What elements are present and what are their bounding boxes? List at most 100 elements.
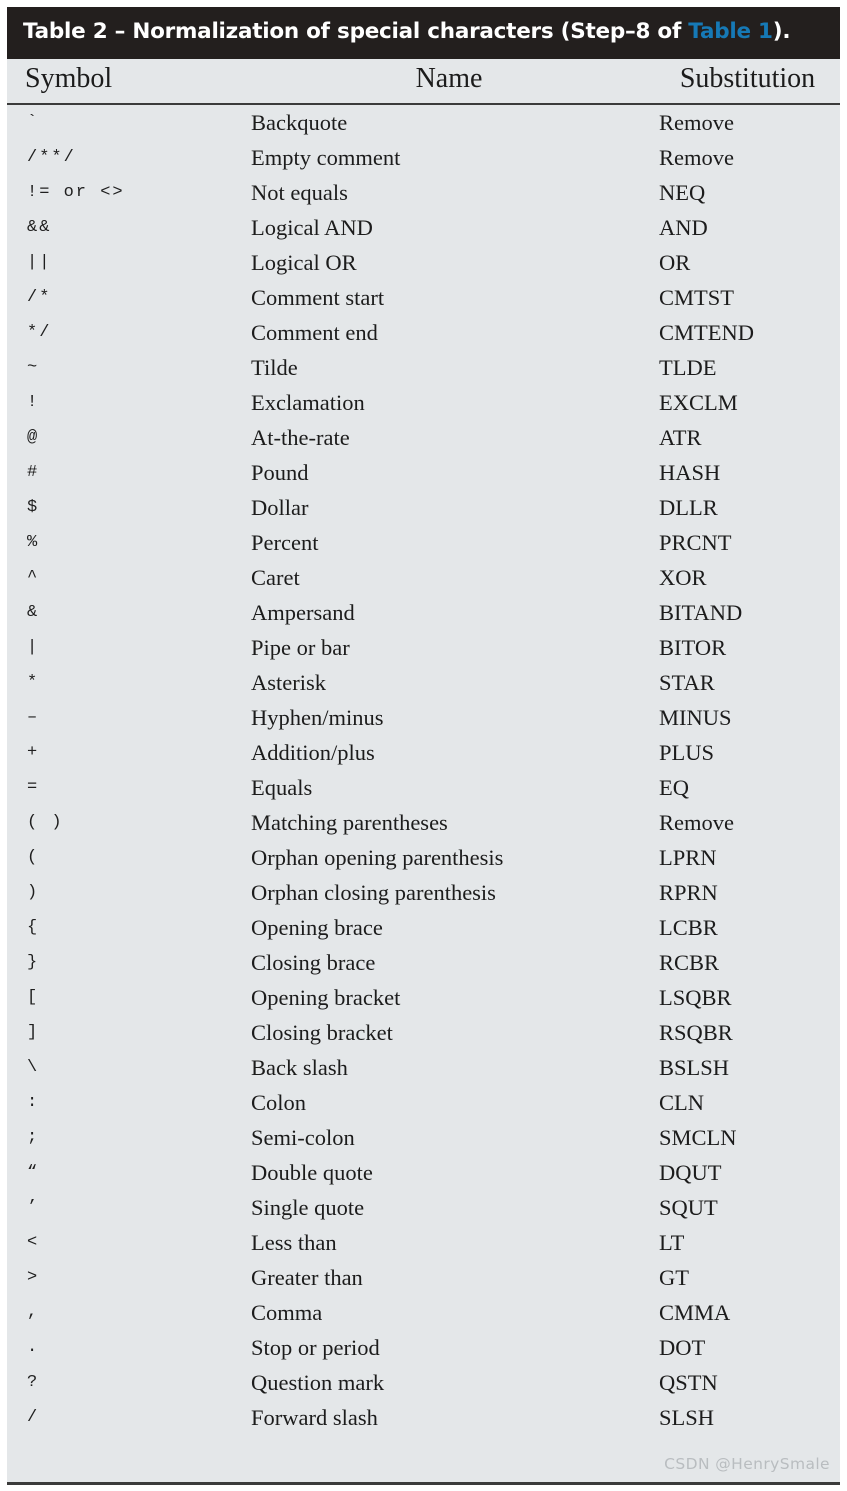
- table-row: > Greater than GT: [7, 1259, 840, 1295]
- cell-substitution: OR: [659, 244, 840, 280]
- cell-symbol: /**/: [7, 139, 239, 175]
- cell-symbol: /*: [7, 279, 239, 315]
- table-row: ( ) Matching parentheses Remove: [7, 804, 840, 840]
- table-row: != or <> Not equals NEQ: [7, 174, 840, 210]
- table-row: ? Question mark QSTN: [7, 1364, 840, 1400]
- cell-name: Comment end: [239, 314, 659, 350]
- cell-name: Empty comment: [239, 139, 659, 175]
- table-row: ’ Single quote SQUT: [7, 1189, 840, 1225]
- cell-substitution: BITAND: [659, 594, 840, 630]
- table-row: “Double quote DQUT: [7, 1154, 840, 1190]
- cell-symbol: *: [7, 664, 239, 700]
- cell-symbol: `: [7, 103, 239, 140]
- cell-substitution: Remove: [659, 139, 840, 175]
- table-row: /**/Empty comment Remove: [7, 139, 840, 175]
- cell-substitution: RSQBR: [659, 1014, 840, 1050]
- cell-name: Orphan closing parenthesis: [239, 874, 659, 910]
- cell-symbol: !: [7, 384, 239, 420]
- table-row: | Pipe or bar BITOR: [7, 629, 840, 665]
- table-row: ; Semi-colon SMCLN: [7, 1119, 840, 1155]
- table-row: ! Exclamation EXCLM: [7, 384, 840, 420]
- cell-substitution: DLLR: [659, 489, 840, 525]
- cell-name: Asterisk: [239, 664, 659, 700]
- table-row: || Logical OR OR: [7, 244, 840, 280]
- cell-name: Semi-colon: [239, 1119, 659, 1155]
- cell-substitution: SLSH: [659, 1399, 840, 1435]
- cell-substitution: CLN: [659, 1084, 840, 1120]
- cell-name: Logical AND: [239, 209, 659, 245]
- cell-symbol: ^: [7, 559, 239, 595]
- caption-table1-link[interactable]: Table 1: [688, 19, 773, 44]
- cell-name: Ampersand: [239, 594, 659, 630]
- cell-symbol: @: [7, 419, 239, 455]
- cell-name: Question mark: [239, 1364, 659, 1400]
- cell-name: Comma: [239, 1294, 659, 1330]
- caption-suffix: ).: [772, 19, 791, 44]
- cell-symbol: != or <>: [7, 174, 239, 210]
- cell-symbol: {: [7, 909, 239, 945]
- cell-substitution: DQUT: [659, 1154, 840, 1190]
- table-row: } Closing brace RCBR: [7, 944, 840, 980]
- cell-symbol: ;: [7, 1119, 239, 1155]
- table-row: $ Dollar DLLR: [7, 489, 840, 525]
- cell-symbol: <: [7, 1224, 239, 1260]
- table-row: < Less than LT: [7, 1224, 840, 1260]
- cell-symbol: &&: [7, 209, 239, 245]
- table-body: ` Backquote Remove/**/Empty comment Remove!…: [7, 103, 840, 1435]
- cell-name: Comment start: [239, 279, 659, 315]
- table-row: ~ Tilde TLDE: [7, 349, 840, 385]
- cell-name: Opening brace: [239, 909, 659, 945]
- cell-name: Hyphen/minus: [239, 699, 659, 735]
- cell-substitution: DOT: [659, 1329, 840, 1365]
- table-row: = Equals EQ: [7, 769, 840, 805]
- cell-name: Exclamation: [239, 384, 659, 420]
- table-row: # Pound HASH: [7, 454, 840, 490]
- table-caption: Table 2 – Normalization of special chara…: [7, 7, 840, 59]
- cell-symbol: ||: [7, 244, 239, 280]
- column-header-symbol: Symbol: [7, 58, 239, 105]
- cell-symbol: #: [7, 454, 239, 490]
- table-row: ` Backquote Remove: [7, 103, 840, 140]
- cell-substitution: CMMA: [659, 1294, 840, 1330]
- cell-substitution: LT: [659, 1224, 840, 1260]
- cell-name: Forward slash: [239, 1399, 659, 1435]
- cell-substitution: LPRN: [659, 839, 840, 875]
- cell-name: Tilde: [239, 349, 659, 385]
- cell-name: Back slash: [239, 1049, 659, 1085]
- table-header-row: Symbol Name Substitution: [7, 58, 840, 105]
- cell-substitution: SMCLN: [659, 1119, 840, 1155]
- table-row: & Ampersand BITAND: [7, 594, 840, 630]
- cell-substitution: CMTEND: [659, 314, 840, 350]
- cell-symbol: :: [7, 1084, 239, 1120]
- cell-substitution: QSTN: [659, 1364, 840, 1400]
- cell-substitution: PRCNT: [659, 524, 840, 560]
- table-row: {Opening brace LCBR: [7, 909, 840, 945]
- cell-substitution: NEQ: [659, 174, 840, 210]
- column-header-name: Name: [239, 58, 659, 105]
- table-row: * Asterisk STAR: [7, 664, 840, 700]
- cell-substitution: STAR: [659, 664, 840, 700]
- cell-symbol: |: [7, 629, 239, 665]
- cell-substitution: BITOR: [659, 629, 840, 665]
- cell-symbol: /: [7, 1399, 239, 1435]
- cell-substitution: Remove: [659, 804, 840, 840]
- table-row: */Comment end CMTEND: [7, 314, 840, 350]
- table-row: \ Back slash BSLSH: [7, 1049, 840, 1085]
- cell-name: Closing brace: [239, 944, 659, 980]
- cell-name: Equals: [239, 769, 659, 805]
- cell-name: Pound: [239, 454, 659, 490]
- cell-symbol: &: [7, 594, 239, 630]
- cell-name: Opening bracket: [239, 979, 659, 1015]
- cell-symbol: ,: [7, 1294, 239, 1330]
- cell-name: Orphan opening parenthesis: [239, 839, 659, 875]
- cell-name: Less than: [239, 1224, 659, 1260]
- cell-name: Closing bracket: [239, 1014, 659, 1050]
- cell-name: Double quote: [239, 1154, 659, 1190]
- cell-symbol: [: [7, 979, 239, 1015]
- cell-name: Stop or period: [239, 1329, 659, 1365]
- cell-substitution: BSLSH: [659, 1049, 840, 1085]
- cell-name: Greater than: [239, 1259, 659, 1295]
- cell-symbol: ]: [7, 1014, 239, 1050]
- table-row: – Hyphen/minus MINUS: [7, 699, 840, 735]
- cell-symbol: $: [7, 489, 239, 525]
